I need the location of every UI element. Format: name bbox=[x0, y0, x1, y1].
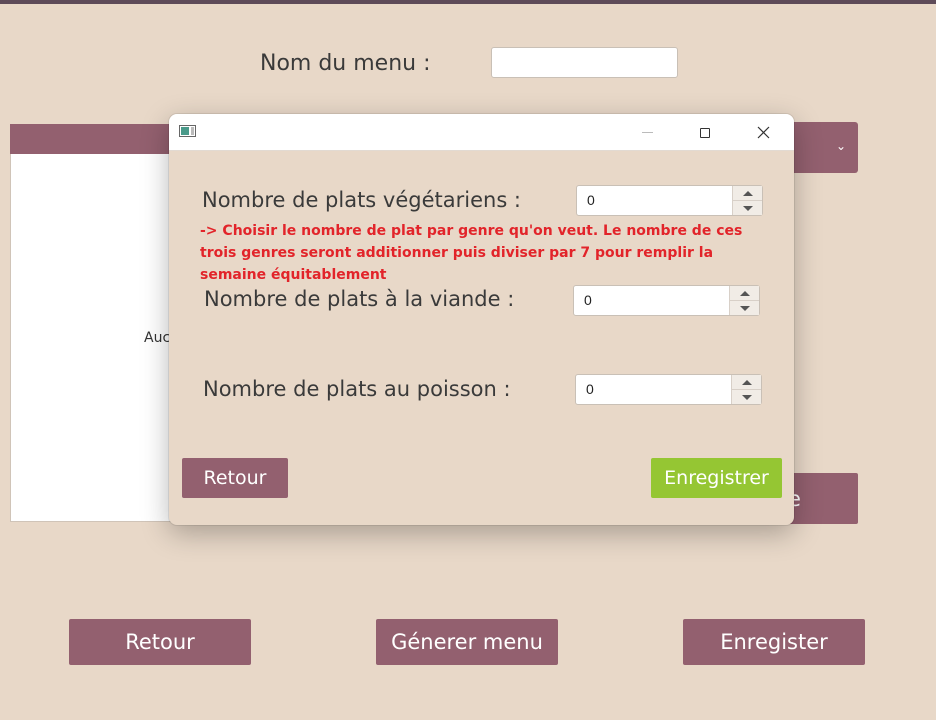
window-top-border bbox=[0, 0, 936, 4]
menu-name-input[interactable] bbox=[491, 47, 678, 78]
vegetarian-label: Nombre de plats végétariens : bbox=[202, 188, 522, 212]
meat-decrement[interactable] bbox=[730, 300, 759, 315]
fish-increment[interactable] bbox=[732, 375, 761, 389]
minimize-icon bbox=[641, 132, 653, 133]
maximize-icon bbox=[700, 127, 710, 138]
vegetarian-spinner[interactable]: 0 bbox=[576, 185, 763, 216]
dialog-titlebar[interactable] bbox=[169, 114, 794, 151]
meat-spinner[interactable]: 0 bbox=[573, 285, 760, 316]
instruction-hint: -> Choisir le nombre de plat par genre q… bbox=[200, 223, 743, 283]
meat-increment[interactable] bbox=[730, 286, 759, 300]
fish-decrement[interactable] bbox=[732, 389, 761, 404]
menu-name-label: Nom du menu : bbox=[260, 51, 431, 76]
app-icon bbox=[179, 125, 196, 137]
minimize-button[interactable] bbox=[624, 114, 670, 151]
generate-menu-button[interactable]: Génerer menu bbox=[376, 619, 558, 665]
meat-value[interactable]: 0 bbox=[574, 286, 729, 315]
triangle-down-icon bbox=[739, 305, 750, 311]
menu-list-panel: Auc bbox=[10, 124, 180, 522]
meat-label: Nombre de plats à la viande : bbox=[204, 287, 515, 311]
fish-spinner[interactable]: 0 bbox=[575, 374, 762, 405]
dish-count-dialog: Nombre de plats végétariens : 0 -> Chois… bbox=[169, 114, 794, 525]
list-placeholder-text: Auc bbox=[144, 330, 171, 346]
triangle-up-icon bbox=[739, 290, 750, 296]
maximize-button[interactable] bbox=[682, 114, 728, 151]
vegetarian-decrement[interactable] bbox=[733, 200, 762, 215]
close-button[interactable] bbox=[740, 114, 786, 151]
chevron-down-icon: ⌄ bbox=[836, 139, 847, 153]
fish-value[interactable]: 0 bbox=[576, 375, 731, 404]
triangle-up-icon bbox=[741, 379, 752, 385]
triangle-down-icon bbox=[741, 394, 752, 400]
vegetarian-increment[interactable] bbox=[733, 186, 762, 200]
dialog-back-button[interactable]: Retour bbox=[182, 458, 288, 498]
triangle-down-icon bbox=[742, 205, 753, 211]
close-icon bbox=[757, 126, 769, 139]
dialog-save-button[interactable]: Enregistrer bbox=[651, 458, 782, 498]
save-button[interactable]: Enregister bbox=[683, 619, 865, 665]
fish-label: Nombre de plats au poisson : bbox=[203, 377, 511, 401]
vegetarian-value[interactable]: 0 bbox=[577, 186, 732, 215]
back-button[interactable]: Retour bbox=[69, 619, 251, 665]
menu-list-header bbox=[10, 124, 180, 154]
triangle-up-icon bbox=[742, 190, 753, 196]
